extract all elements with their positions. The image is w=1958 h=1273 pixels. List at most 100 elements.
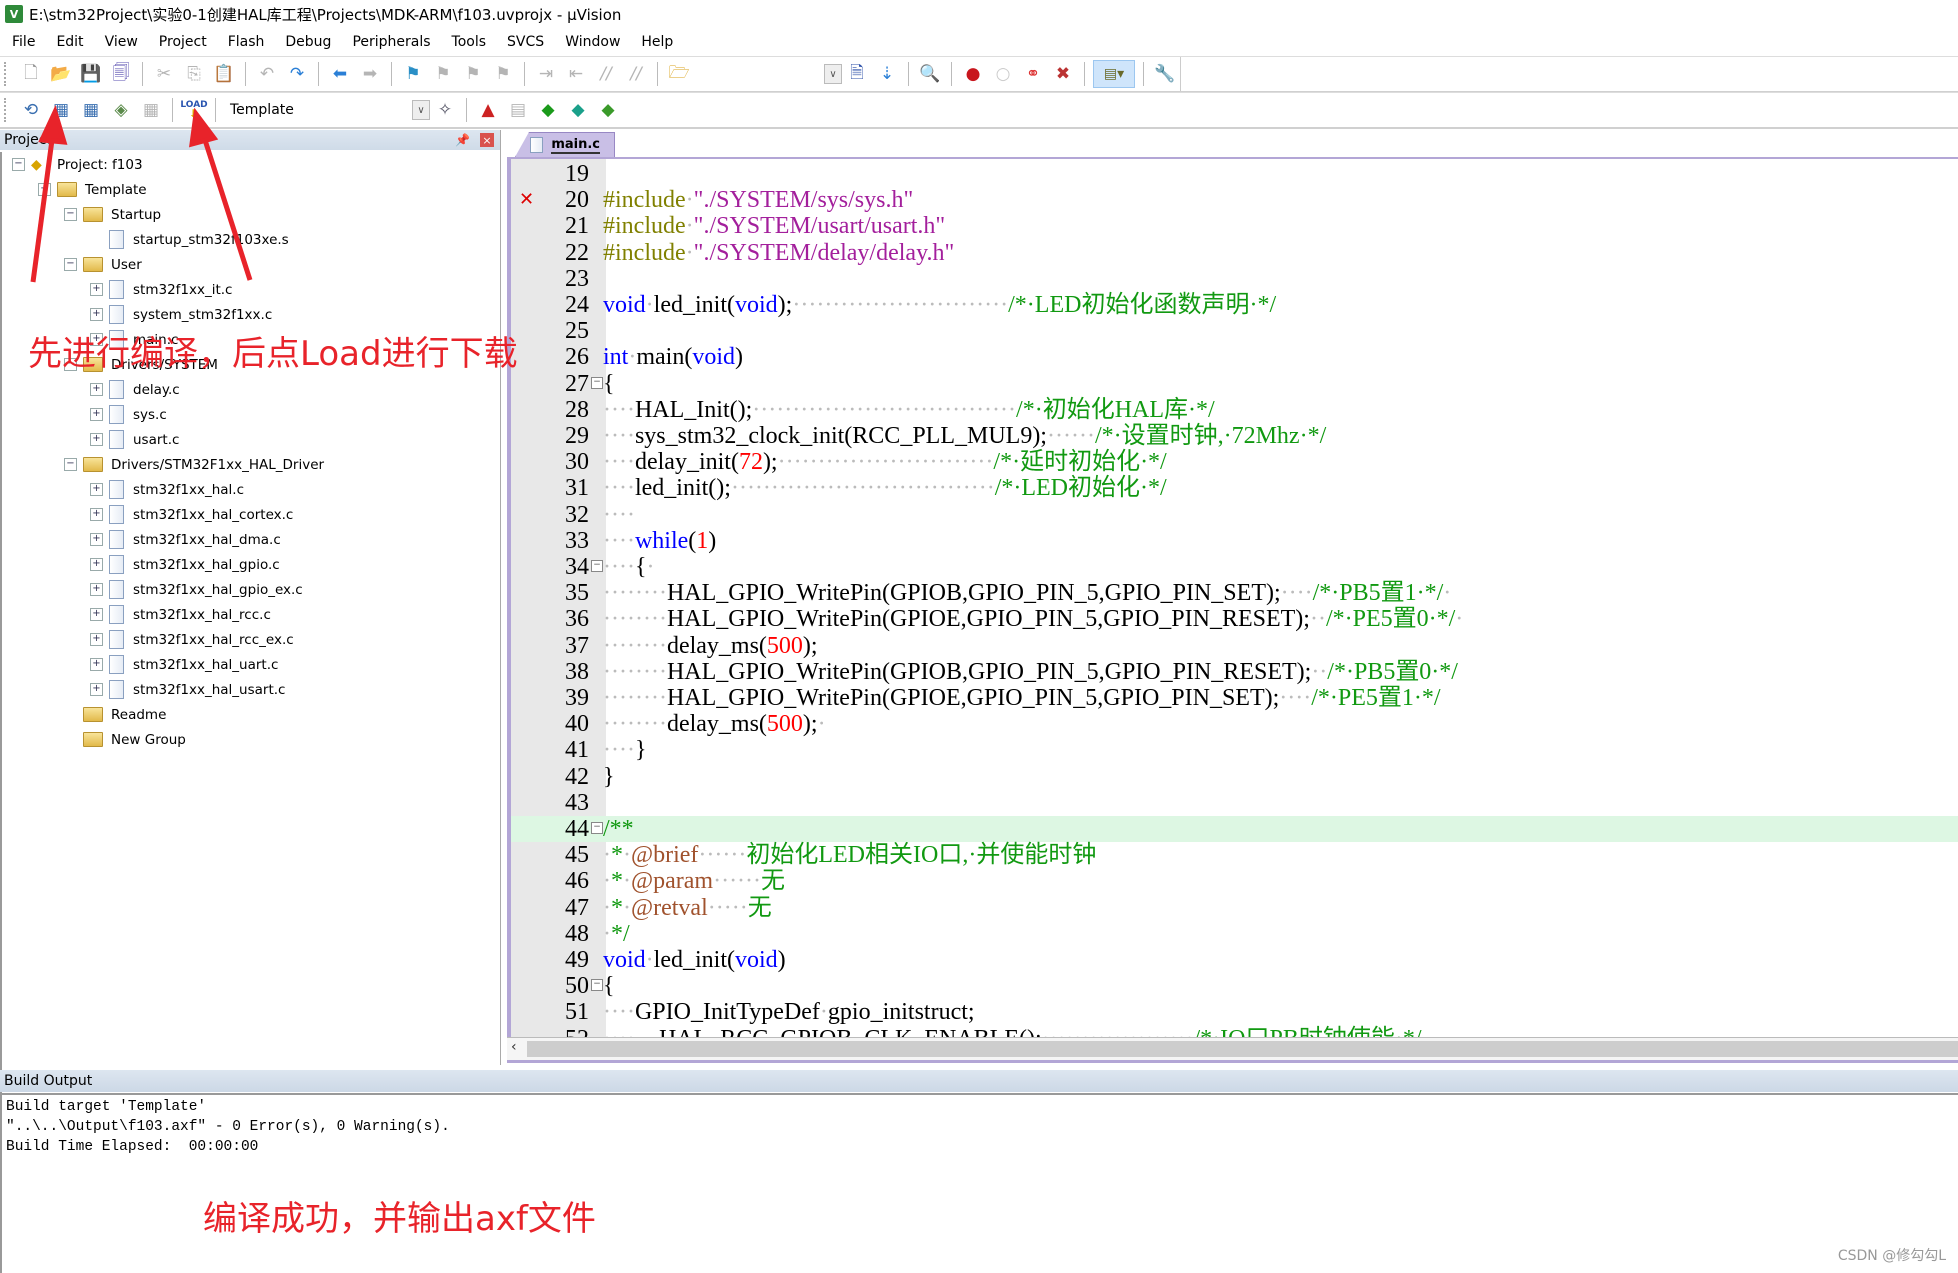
code-line[interactable]: 24 void·led_init(void);··················… — [511, 292, 1958, 318]
build-button[interactable]: ▦ — [48, 97, 74, 123]
tree-item[interactable]: startup_stm32f103xe.s — [90, 227, 289, 252]
code-line[interactable]: 48 ·*/ — [511, 921, 1958, 947]
code-line[interactable]: 27−{ — [511, 371, 1958, 397]
code-line[interactable]: 37 ········delay_ms(500); — [511, 633, 1958, 659]
tree-item[interactable]: + system_stm32f1xx.c — [90, 302, 272, 327]
manage-multi-project-button[interactable]: ▤ — [505, 97, 531, 123]
toolbar-grip[interactable] — [4, 62, 10, 86]
save-button[interactable]: 💾 — [78, 61, 104, 87]
toolbar-grip[interactable] — [4, 98, 10, 122]
target-select[interactable]: Template ∨ — [222, 98, 430, 122]
menu-peripherals[interactable]: Peripherals — [340, 34, 439, 50]
code-line[interactable]: 29 ····sys_stm32_clock_init(RCC_PLL_MUL9)… — [511, 423, 1958, 449]
scroll-left-icon[interactable]: ‹ — [511, 1039, 517, 1055]
target-options-button[interactable]: ✧ — [432, 97, 458, 123]
tree-item[interactable]: + stm32f1xx_hal_gpio.c — [90, 552, 280, 577]
code-line[interactable]: 40 ········delay_ms(500);· — [511, 711, 1958, 737]
tree-item[interactable]: Readme — [64, 702, 166, 727]
code-line[interactable]: 34− ····{· — [511, 554, 1958, 580]
navigate-forward-button[interactable]: ➡ — [357, 61, 383, 87]
expand-icon[interactable]: + — [90, 433, 103, 446]
code-line[interactable]: 45 ·*·@brief······初始化LED相关IO口,·并使能时钟 — [511, 842, 1958, 868]
tree-item[interactable]: + stm32f1xx_hal_gpio_ex.c — [90, 577, 303, 602]
tree-item[interactable]: + sys.c — [90, 402, 167, 427]
collapse-icon[interactable]: − — [64, 208, 77, 221]
code-line[interactable]: 25 — [511, 318, 1958, 344]
chevron-down-icon[interactable]: ∨ — [412, 100, 430, 120]
expand-icon[interactable]: + — [90, 383, 103, 396]
menu-view[interactable]: View — [93, 34, 147, 50]
find-button[interactable]: 🗎 — [844, 61, 870, 87]
expand-icon[interactable]: + — [90, 283, 103, 296]
code-editor[interactable]: 19 20 ✕ #include·"./SYSTEM/sys/sys.h" 21 #inc… — [507, 159, 1958, 1039]
collapse-icon[interactable]: − — [64, 258, 77, 271]
code-line[interactable]: 39 ········HAL_GPIO_WritePin(GPIOE,GPIO_P… — [511, 685, 1958, 711]
comment-button[interactable]: // — [593, 61, 619, 87]
horizontal-scrollbar[interactable]: ‹ — [507, 1037, 1958, 1063]
indent-button[interactable]: ⇥ — [533, 61, 559, 87]
batch-build-button[interactable]: ◈ — [108, 97, 134, 123]
code-line[interactable]: 35 ········HAL_GPIO_WritePin(GPIOB,GPIO_P… — [511, 580, 1958, 606]
collapse-icon[interactable]: − — [64, 458, 77, 471]
kill-breakpoints-button[interactable]: ✖ — [1050, 61, 1076, 87]
code-line[interactable]: 41 ····} — [511, 737, 1958, 763]
code-line[interactable]: 44−/** — [511, 816, 1958, 842]
menu-window[interactable]: Window — [553, 34, 629, 50]
select-software-packs-button[interactable]: ◆ — [565, 97, 591, 123]
expand-icon[interactable]: + — [90, 583, 103, 596]
tree-item[interactable]: − Startup — [64, 202, 161, 227]
tree-item[interactable]: + stm32f1xx_hal.c — [90, 477, 244, 502]
code-line[interactable]: 50−{ — [511, 973, 1958, 999]
save-all-button[interactable]: 🗐 — [108, 61, 134, 87]
enable-breakpoint-button[interactable]: ○ — [990, 61, 1016, 87]
navigate-back-button[interactable]: ⬅ — [327, 61, 353, 87]
translate-button[interactable]: ⟲ — [18, 97, 44, 123]
undo-button[interactable]: ↶ — [254, 61, 280, 87]
menu-edit[interactable]: Edit — [44, 34, 92, 50]
menu-project[interactable]: Project — [147, 34, 216, 50]
menu-debug[interactable]: Debug — [273, 34, 340, 50]
rebuild-button[interactable]: ▦ — [78, 97, 104, 123]
tree-item[interactable]: + stm32f1xx_hal_rcc.c — [90, 602, 271, 627]
collapse-icon[interactable]: − — [38, 183, 51, 196]
tree-item[interactable]: + stm32f1xx_hal_dma.c — [90, 527, 281, 552]
code-line[interactable]: 46 ·*·@param······无 — [511, 868, 1958, 894]
incremental-find-button[interactable]: ⇣ — [874, 61, 900, 87]
prev-bookmark-button[interactable]: ⚑ — [430, 61, 456, 87]
error-marker-icon[interactable]: ✕ — [519, 187, 534, 213]
manage-project-items-button[interactable]: ▲ — [475, 97, 501, 123]
expand-icon[interactable]: + — [90, 608, 103, 621]
expand-icon[interactable]: + — [90, 633, 103, 646]
copy-button[interactable]: ⎘ — [181, 61, 207, 87]
scrollbar-thumb[interactable] — [527, 1041, 1958, 1057]
disable-breakpoints-button[interactable]: ⚭ — [1020, 61, 1046, 87]
expand-icon[interactable]: + — [90, 683, 103, 696]
configure-wrench-icon[interactable]: 🔧 — [1152, 61, 1178, 87]
code-line[interactable]: 30 ····delay_init(72);···················… — [511, 449, 1958, 475]
expand-icon[interactable]: + — [90, 658, 103, 671]
new-file-button[interactable]: 🗋 — [18, 61, 44, 87]
open-file-button[interactable]: 📂 — [48, 61, 74, 87]
window-layout-button[interactable]: ▤▾ — [1093, 60, 1135, 88]
code-line[interactable]: 28 ····HAL_Init();·······················… — [511, 397, 1958, 423]
cut-button[interactable]: ✂ — [151, 61, 177, 87]
tree-item[interactable]: − User — [64, 252, 142, 277]
collapse-icon[interactable]: − — [12, 158, 25, 171]
expand-icon[interactable]: + — [90, 508, 103, 521]
code-line[interactable]: 36 ········HAL_GPIO_WritePin(GPIOE,GPIO_P… — [511, 606, 1958, 632]
debug-session-button[interactable]: 🔍 — [917, 61, 943, 87]
code-line[interactable]: 26 int·main(void) — [511, 344, 1958, 370]
tree-item[interactable]: New Group — [64, 727, 186, 752]
fold-toggle-icon[interactable]: − — [591, 979, 603, 992]
fold-toggle-icon[interactable]: − — [591, 376, 603, 389]
load-download-button[interactable]: LOAD ⬇ — [180, 97, 207, 123]
tree-item[interactable]: − Drivers/STM32F1xx_HAL_Driver — [64, 452, 324, 477]
tree-item[interactable]: − ◆ Project: f103 — [12, 152, 143, 177]
menu-help[interactable]: Help — [629, 34, 682, 50]
menu-tools[interactable]: Tools — [440, 34, 496, 50]
code-line[interactable]: 51 ····GPIO_InitTypeDef·gpio_initstruct; — [511, 999, 1958, 1025]
expand-icon[interactable]: + — [90, 558, 103, 571]
tree-item[interactable]: + stm32f1xx_hal_usart.c — [90, 677, 285, 702]
expand-icon[interactable]: + — [90, 533, 103, 546]
code-line[interactable]: 38 ········HAL_GPIO_WritePin(GPIOB,GPIO_P… — [511, 659, 1958, 685]
